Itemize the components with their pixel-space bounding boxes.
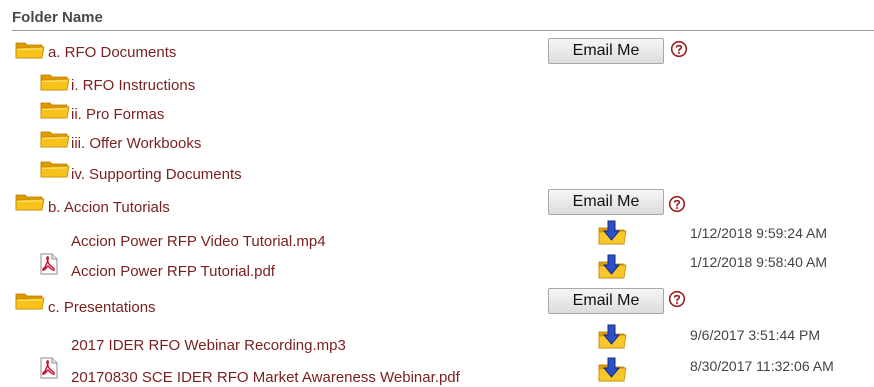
folder-row-accion-tutorials: b. Accion Tutorials Email Me [0,189,874,217]
folder-icon [40,72,70,92]
folder-icon [15,40,45,60]
subfolder-link-supporting-documents[interactable]: iv. Supporting Documents [71,166,242,183]
subfolder-link-rfo-instructions[interactable]: i. RFO Instructions [71,77,195,94]
folder-icon [15,192,45,212]
folder-link-accion-tutorials[interactable]: b. Accion Tutorials [48,199,170,216]
file-row: 2017 IDER RFO Webinar Recording.mp3 9/6/… [0,324,874,354]
subfolder-row-supporting-documents: iv. Supporting Documents [0,156,874,184]
download-icon[interactable] [597,357,627,383]
folder-icon [15,291,45,311]
help-icon[interactable] [670,40,688,58]
pdf-icon [38,253,60,275]
pdf-icon [38,357,60,379]
download-icon[interactable] [597,254,627,280]
help-icon[interactable] [668,290,686,308]
subfolder-row-rfo-instructions: i. RFO Instructions [0,70,874,98]
subfolder-link-offer-workbooks[interactable]: iii. Offer Workbooks [71,135,201,152]
file-date: 1/12/2018 9:59:24 AM [690,225,827,241]
email-me-button[interactable]: Email Me [548,288,664,314]
file-date: 8/30/2017 11:32:06 AM [690,358,834,374]
folder-icon [40,100,70,120]
folder-row-rfo-documents: a. RFO Documents Email Me [0,38,874,66]
file-link-webinar-recording[interactable]: 2017 IDER RFO Webinar Recording.mp3 [71,337,346,354]
folder-name-header: Folder Name [12,8,874,31]
file-link-market-awareness-pdf[interactable]: 20170830 SCE IDER RFO Market Awareness W… [71,369,460,386]
subfolder-link-pro-formas[interactable]: ii. Pro Formas [71,106,164,123]
download-icon[interactable] [597,220,627,246]
folder-link-presentations[interactable]: c. Presentations [48,299,156,316]
file-row: Accion Power RFP Video Tutorial.mp4 1/12… [0,225,874,253]
download-icon[interactable] [597,324,627,350]
help-icon[interactable] [668,195,686,213]
email-me-button[interactable]: Email Me [548,38,664,64]
file-row: 20170830 SCE IDER RFO Market Awareness W… [0,355,874,386]
file-link-tutorial-pdf[interactable]: Accion Power RFP Tutorial.pdf [71,263,275,280]
folder-row-presentations: c. Presentations Email Me [0,288,874,316]
file-date: 1/12/2018 9:58:40 AM [690,254,827,270]
file-link-video-tutorial[interactable]: Accion Power RFP Video Tutorial.mp4 [71,233,326,250]
folder-icon [40,159,70,179]
folder-icon [40,129,70,149]
file-date: 9/6/2017 3:51:44 PM [690,327,820,343]
folder-link-rfo-documents[interactable]: a. RFO Documents [48,44,176,61]
file-row: Accion Power RFP Tutorial.pdf 1/12/2018 … [0,253,874,281]
subfolder-row-offer-workbooks: iii. Offer Workbooks [0,127,874,155]
folder-name-column-label: Folder Name [12,9,103,26]
subfolder-row-pro-formas: ii. Pro Formas [0,98,874,126]
email-me-button[interactable]: Email Me [548,189,664,215]
